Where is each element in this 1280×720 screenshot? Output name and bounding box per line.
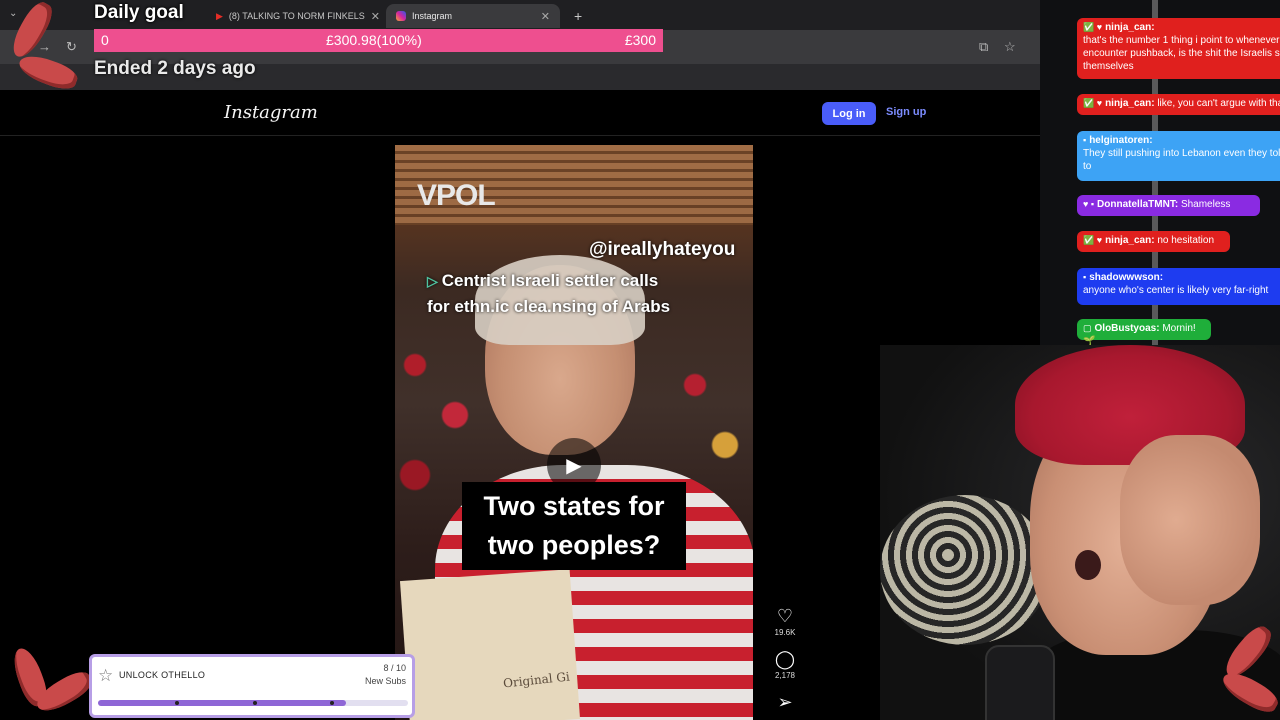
comment-count: 2,178 [774,671,796,680]
goal-title: Daily goal [94,2,184,23]
like-count: 19.6K [774,628,796,637]
instagram-header: Instagram Log in Sign up [0,90,1040,136]
tab-youtube[interactable]: ▶ (8) TALKING TO NORM FINKELS ✕ [206,4,382,28]
close-icon[interactable]: ✕ [541,10,550,23]
close-icon[interactable]: ✕ [371,10,380,23]
chat-message: ▪ shadowwwson: anyone who's center is lik… [1077,268,1280,305]
tab-instagram[interactable]: Instagram ✕ [386,4,560,28]
streamer-mouth [1075,550,1101,580]
youtube-icon: ▶ [216,10,223,21]
tab-title: (8) TALKING TO NORM FINKELS [228,11,365,21]
badge-icons: ✅ ♥ [1083,98,1103,108]
chat-text: Shameless [1180,199,1231,210]
chat-username: shadowwwson: [1089,272,1164,283]
chat-username: ninja_can: [1105,235,1155,246]
like-action[interactable]: ♡ 19.6K [770,606,800,637]
milestone-dot [330,701,334,705]
play-icon: ▶ [566,454,582,477]
chat-message: ♥ ▪ DonnatellaTMNT: Shameless [1077,195,1260,216]
login-button[interactable]: Log in [822,102,876,125]
milestone-dot [175,701,179,705]
sub-goal-track [98,700,408,706]
goal-start: 0 [101,32,109,48]
chat-text: They still pushing into Lebanon even the… [1083,148,1280,172]
signup-link[interactable]: Sign up [886,106,926,118]
chat-text: like, you can't argue with that [1157,98,1280,109]
microphone [985,645,1055,720]
sub-goal-unit: New Subs [364,676,406,686]
share-action[interactable]: ➢ [770,692,800,712]
chat-username: helginatoren: [1089,135,1153,146]
video-handle: @ireallyhateyou [589,239,736,260]
bookmark-star-icon[interactable]: ☆ [1004,39,1016,55]
vpol-logo: VPOL [417,179,496,212]
play-outline-icon: ▷ [427,273,438,289]
goal-status: Ended 2 days ago [94,58,256,79]
forward-icon[interactable]: → [38,39,51,54]
badge-icons: ✅ ♥ [1083,22,1103,32]
sub-goal-title: UNLOCK OTHELLO [119,670,206,680]
video-caption: Two states for two peoples? [462,482,686,570]
badge-icons: ▪ [1083,135,1087,145]
sub-goal-widget: ☆ UNLOCK OTHELLO 8 / 10 New Subs [89,654,415,718]
chat-message: ✅ ♥ ninja_can: like, you can't argue with… [1077,94,1280,115]
webcam-feed [880,345,1280,720]
instagram-icon [396,11,406,21]
reel-video[interactable]: Original Gi VPOL @ireallyhateyou ▷ Centri… [395,145,753,720]
install-app-icon[interactable]: ⧉ [979,39,988,55]
newspaper-wrap [399,569,581,720]
chat-username: ninja_can: [1105,98,1155,109]
chat-panel: ✅ ♥ ninja_can: that's the number 1 thing … [1040,0,1280,350]
chat-message: ✅ ♥ ninja_can: no hesitation [1077,231,1230,252]
sub-goal-count: 8 / 10 [383,663,406,673]
goal-target: £300 [624,32,656,48]
comment-icon[interactable]: ◯ [775,649,795,669]
tab-title: Instagram [412,11,453,21]
streamer-hand [1120,435,1260,605]
goal-progress-bar: 0 £300.98(100%) £300 [94,29,663,52]
chat-username: ninja_can: [1105,22,1155,33]
patterned-pillow [880,495,1050,645]
badge-icons: ▢ [1083,323,1092,333]
chat-username: DonnatellaTMNT: [1097,199,1179,210]
stream-layout: ▶ (8) TALKING TO NORM FINKELS ✕ Instagra… [0,0,1280,720]
headline-line-1: Centrist Israeli settler calls [441,271,659,290]
chat-text: that's the number 1 thing i point to whe… [1083,35,1280,72]
reload-icon[interactable]: ↻ [66,39,77,55]
caption-line-1: Two states for [483,491,665,521]
caption-line-2: two peoples? [487,530,661,560]
comment-action[interactable]: ◯ 2,178 [770,649,800,680]
star-icon: ☆ [98,666,114,685]
headline-line-2: for ethn.ic clea.nsing of Arabs [427,297,671,316]
plus-icon: + [574,8,583,24]
chat-message: ✅ ♥ ninja_can: that's the number 1 thing … [1077,18,1280,79]
chat-message: ▢ OloBustyoas: Mornin! 🌱 [1077,319,1211,347]
chat-text: anyone who's center is likely very far-r… [1083,285,1269,296]
chat-username: OloBustyoas: [1094,323,1160,334]
heart-icon[interactable]: ♡ [777,606,793,626]
sub-goal-fill [98,700,346,706]
instagram-logo[interactable]: Instagram [224,102,318,123]
milestone-dot [253,701,257,705]
send-icon[interactable]: ➢ [777,692,792,712]
badge-icons: ▪ [1083,272,1087,282]
new-tab-button[interactable]: + [564,4,588,28]
badge-icons: ♥ ▪ [1083,199,1095,209]
chat-text: no hesitation [1157,235,1215,246]
reel-actions: ♡ 19.6K ◯ 2,178 ➢ [770,606,800,720]
chevron-down-icon[interactable]: ⌄ [9,8,17,19]
badge-icons: ✅ ♥ [1083,235,1103,245]
video-headline: ▷ Centrist Israeli settler calls for ethn… [427,268,670,319]
goal-current: £300.98(100%) [326,32,422,48]
chat-message: ▪ helginatoren: They still pushing into L… [1077,131,1280,181]
